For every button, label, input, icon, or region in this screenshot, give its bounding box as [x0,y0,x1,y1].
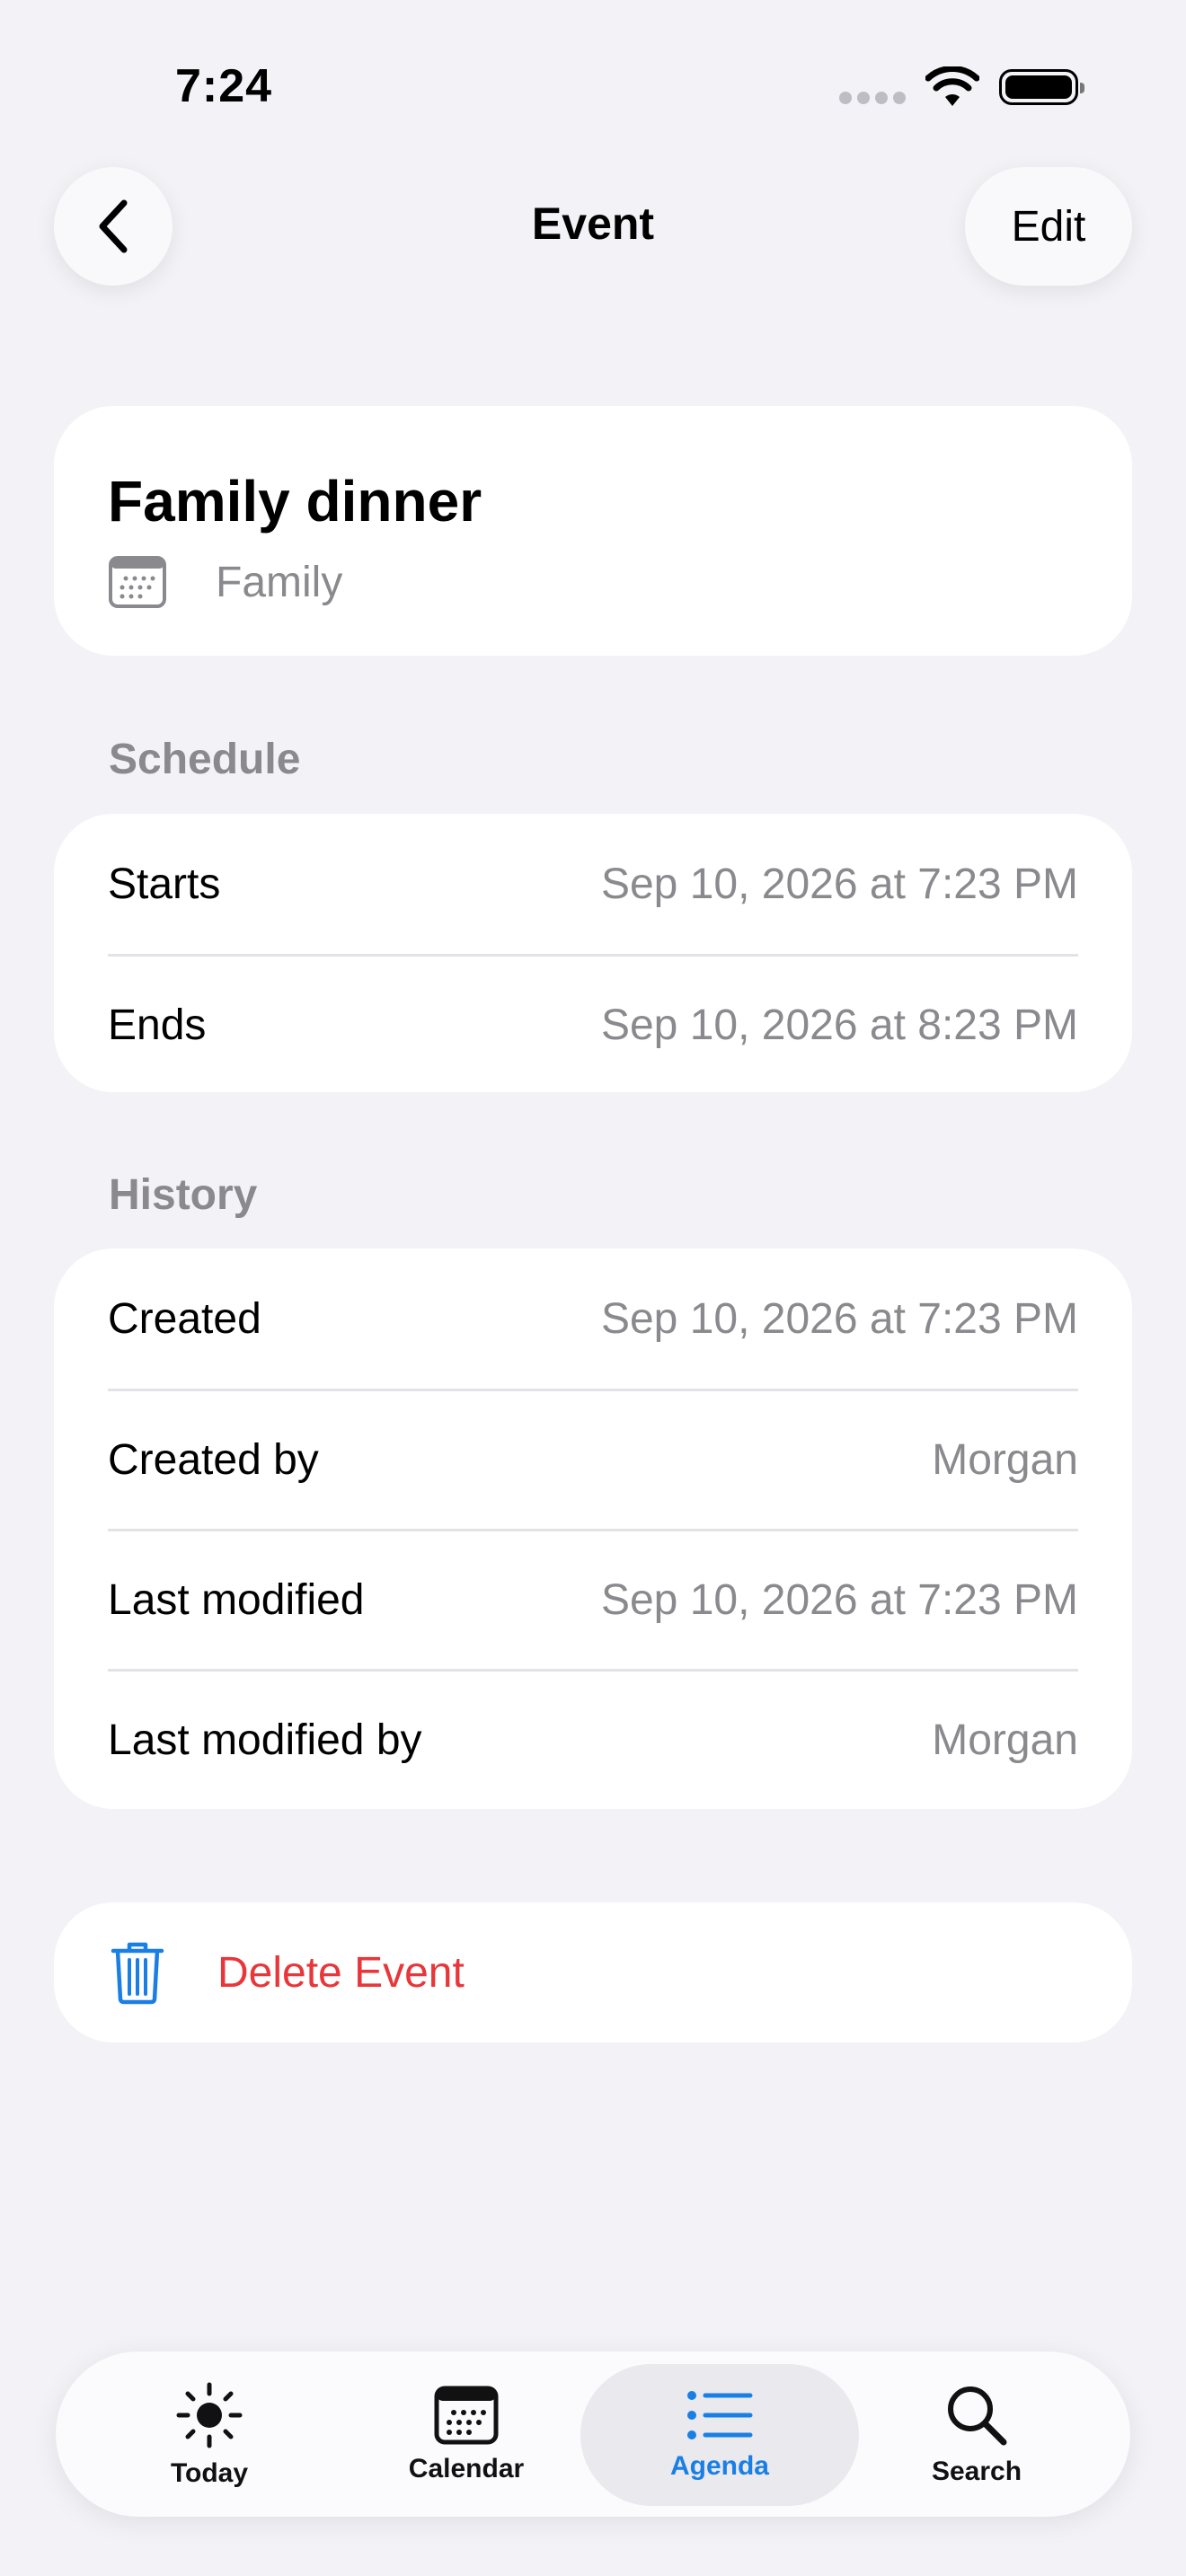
trash-icon [111,1942,164,2005]
row-label: Created by [108,1436,319,1484]
tab-label: Agenda [669,2451,769,2481]
schedule-section-header: Schedule [109,736,301,783]
tab-calendar[interactable]: Calendar [327,2364,606,2506]
edit-button[interactable]: Edit [965,167,1132,286]
row-label: Last modified [108,1576,365,1624]
last-modified-by-row: Last modified by Morgan [108,1669,1078,1809]
created-row: Created Sep 10, 2026 at 7:23 PM [108,1248,1078,1389]
starts-row: Starts Sep 10, 2026 at 7:23 PM [108,814,1078,954]
tab-label: Today [170,2458,249,2488]
wifi-icon [925,66,979,106]
ends-row: Ends Sep 10, 2026 at 8:23 PM [108,954,1078,1094]
event-summary-card: Family dinner Family [54,406,1132,656]
history-section-header: History [109,1171,258,1219]
row-value: Sep 10, 2026 at 7:23 PM [600,1294,1078,1343]
row-label: Starts [108,860,221,908]
list-icon [687,2391,753,2439]
battery-icon [999,69,1084,105]
row-value: Sep 10, 2026 at 7:23 PM [600,1576,1078,1624]
created-by-row: Created by Morgan [108,1389,1078,1529]
delete-event-label: Delete Event [217,1948,465,1997]
calendar-name: Family [216,558,343,606]
row-value: Morgan [932,1716,1078,1764]
tab-label: Search [931,2457,1022,2486]
status-time: 7:24 [175,60,273,112]
row-value: Morgan [932,1436,1078,1484]
last-modified-row: Last modified Sep 10, 2026 at 7:23 PM [108,1529,1078,1669]
row-value: Sep 10, 2026 at 8:23 PM [600,1001,1078,1049]
status-indicators [839,66,1084,108]
tab-label: Calendar [408,2454,525,2483]
cellular-signal-icon [839,92,906,104]
tab-search[interactable]: Search [837,2364,1116,2506]
tab-agenda[interactable]: Agenda [580,2364,859,2506]
tab-bar: Today Calendar Agenda Search [56,2351,1130,2517]
row-label: Last modified by [108,1716,422,1764]
tab-today[interactable]: Today [70,2364,349,2506]
schedule-card: Starts Sep 10, 2026 at 7:23 PM Ends Sep … [54,814,1132,1092]
event-title: Family dinner [108,469,482,534]
row-label: Ends [108,1001,207,1049]
row-value: Sep 10, 2026 at 7:23 PM [600,860,1078,908]
row-label: Created [108,1294,261,1343]
history-card: Created Sep 10, 2026 at 7:23 PM Created … [54,1248,1132,1809]
calendar-icon [434,2386,499,2445]
sun-icon [176,2382,243,2448]
magnifier-icon [948,2386,1007,2446]
calendar-icon [109,556,166,608]
event-calendar: Family [108,555,1078,609]
delete-event-button[interactable]: Delete Event [54,1902,1132,2042]
